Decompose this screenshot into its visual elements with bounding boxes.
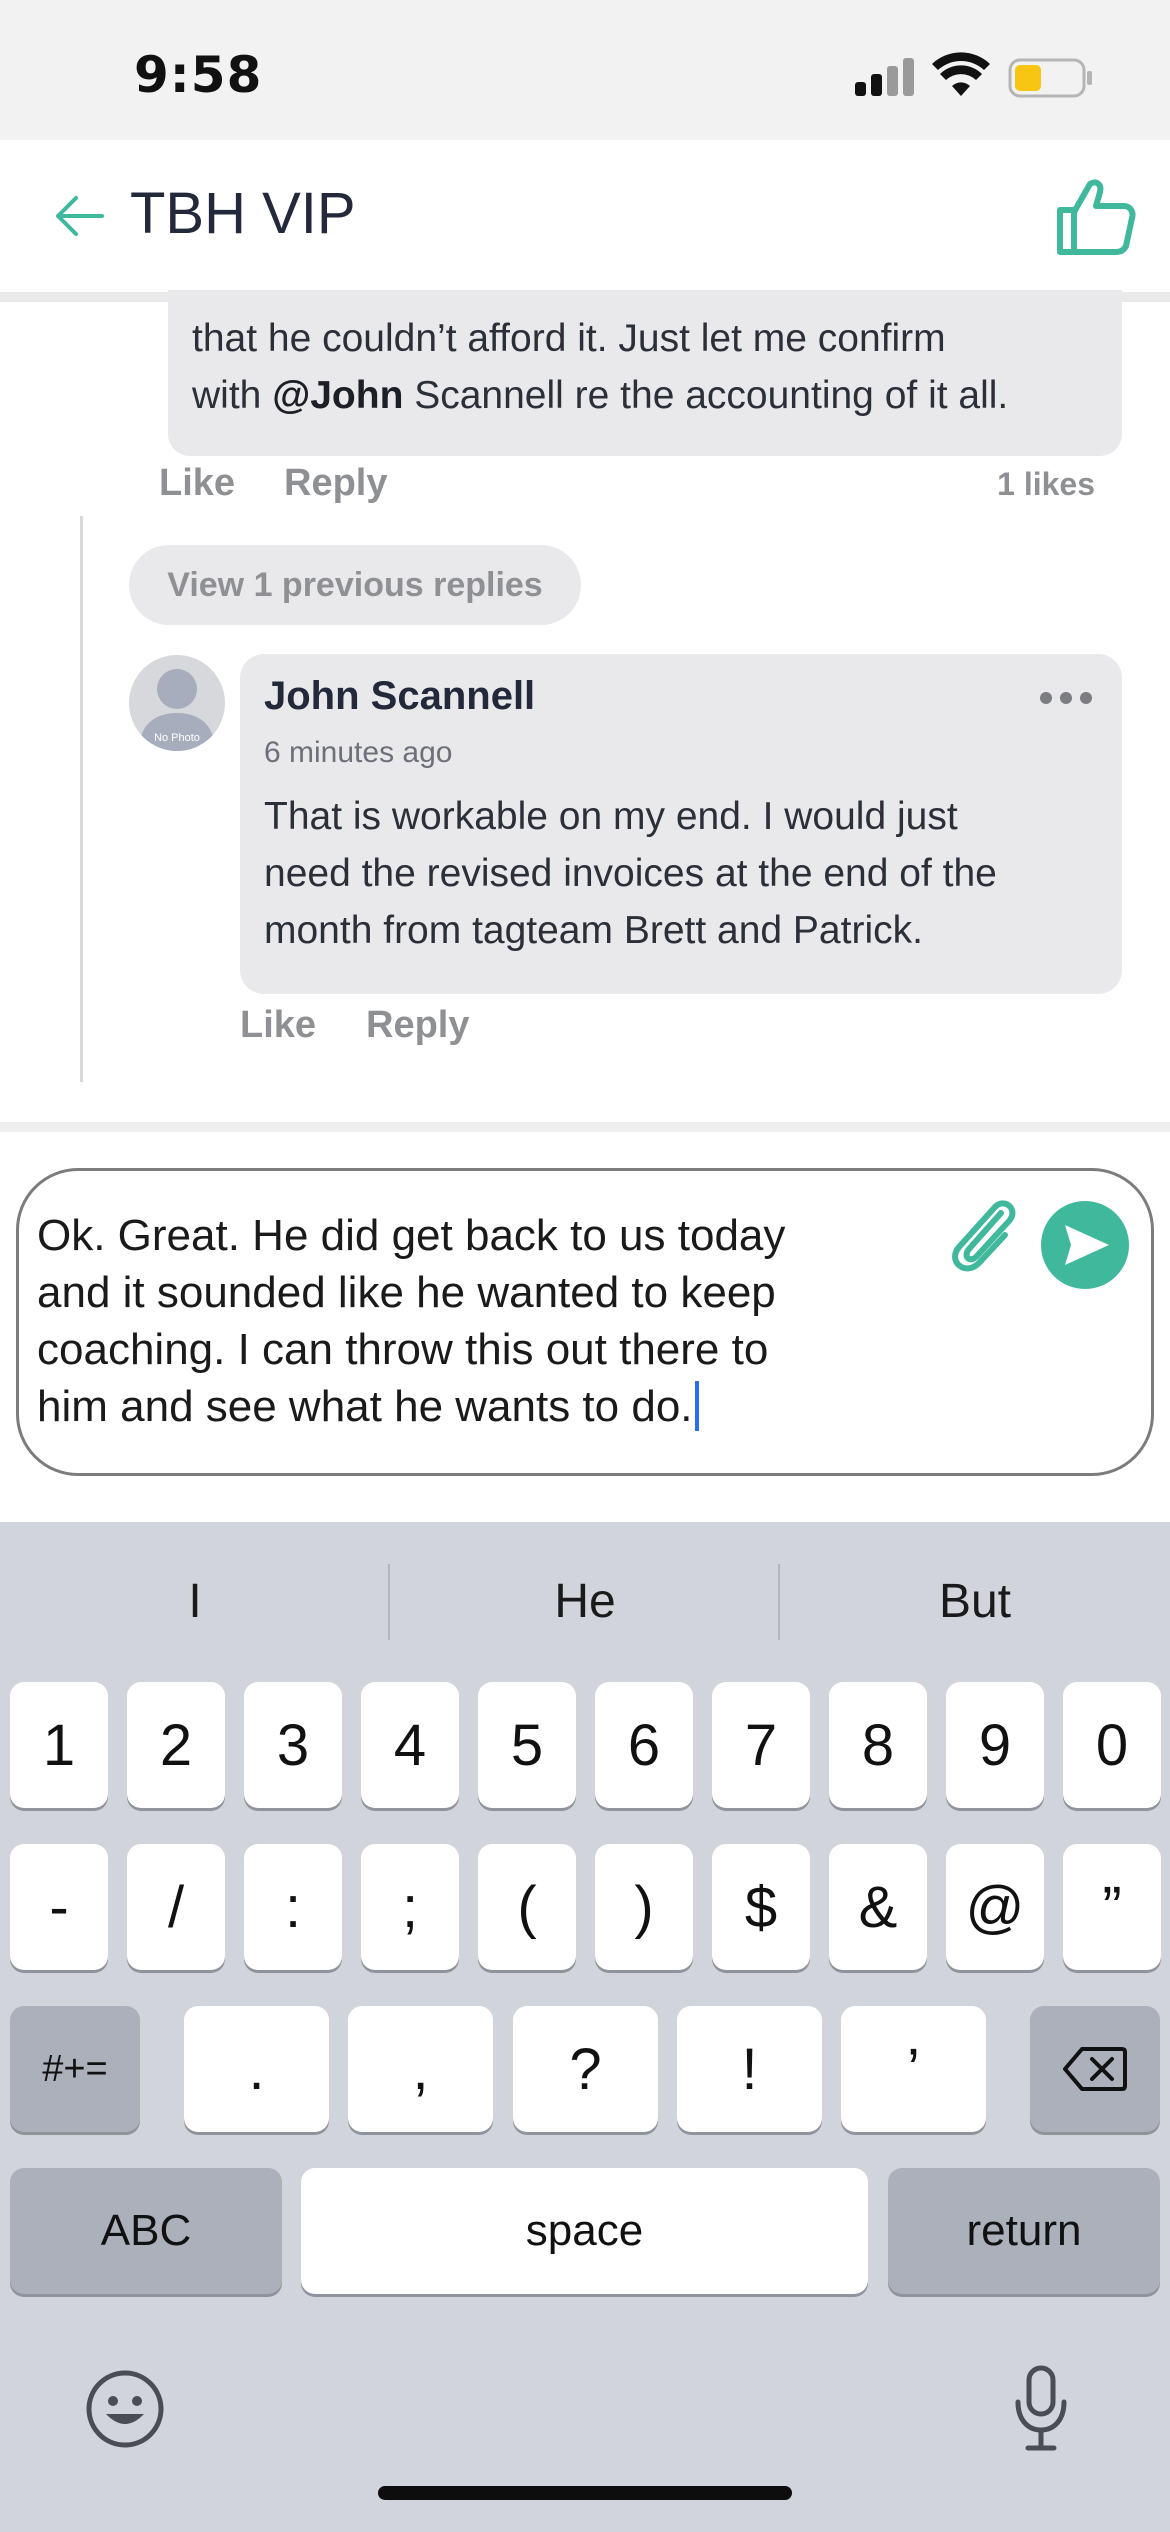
key-at[interactable]: @ [946, 1844, 1044, 1970]
key-4[interactable]: 4 [361, 1682, 459, 1808]
parent-comment-bubble: that he couldn’t afford it. Just let me … [168, 290, 1122, 456]
text-caret [694, 1381, 699, 1431]
parent-reply-button[interactable]: Reply [284, 462, 387, 505]
message-composer[interactable]: Ok. Great. He did get back to us today a… [16, 1168, 1154, 1476]
space-key[interactable]: space [301, 2168, 868, 2294]
key-dollar[interactable]: $ [712, 1844, 810, 1970]
page-title: TBH VIP [130, 181, 356, 246]
home-indicator[interactable] [378, 2486, 792, 2500]
paperclip-icon[interactable] [939, 1193, 1025, 1279]
key-ampersand[interactable]: & [829, 1844, 927, 1970]
key-comma[interactable]: , [348, 2006, 493, 2132]
key-0[interactable]: 0 [1063, 1682, 1161, 1808]
composer-divider [0, 1122, 1170, 1132]
key-semicolon[interactable]: ; [361, 1844, 459, 1970]
key-more-symbols[interactable]: #+= [10, 2006, 140, 2132]
avatar-caption: No Photo [154, 732, 200, 744]
thread-connector-line [80, 516, 83, 1082]
key-6[interactable]: 6 [595, 1682, 693, 1808]
microphone-icon[interactable] [1012, 2364, 1070, 2454]
key-colon[interactable]: : [244, 1844, 342, 1970]
battery-icon [1008, 58, 1092, 98]
return-key[interactable]: return [888, 2168, 1160, 2294]
reply-author[interactable]: John Scannell [264, 674, 535, 719]
key-8[interactable]: 8 [829, 1682, 927, 1808]
key-5[interactable]: 5 [478, 1682, 576, 1808]
key-3[interactable]: 3 [244, 1682, 342, 1808]
key-period[interactable]: . [184, 2006, 329, 2132]
likes-count[interactable]: 1 likes [997, 466, 1095, 503]
key-hyphen[interactable]: - [10, 1844, 108, 1970]
numeric-keyboard: I He But 1 2 3 4 5 6 7 8 9 0 - / : ; ( )… [0, 1522, 1170, 2532]
key-2[interactable]: 2 [127, 1682, 225, 1808]
send-icon [1065, 1225, 1109, 1265]
key-quote[interactable]: ” [1063, 1844, 1161, 1970]
key-apostrophe[interactable]: ’ [841, 2006, 986, 2132]
key-question[interactable]: ? [513, 2006, 658, 2132]
wifi-icon [932, 52, 990, 96]
parent-like-button[interactable]: Like [159, 462, 235, 505]
mention-link[interactable]: @John [272, 374, 403, 417]
suggestion-1[interactable]: I [0, 1574, 390, 1629]
message-input[interactable]: Ok. Great. He did get back to us today a… [37, 1207, 785, 1435]
back-arrow-icon[interactable] [52, 188, 108, 244]
key-close-paren[interactable]: ) [595, 1844, 693, 1970]
key-abc[interactable]: ABC [10, 2168, 282, 2294]
key-exclamation[interactable]: ! [677, 2006, 822, 2132]
thumbs-up-icon[interactable] [1056, 176, 1136, 256]
cellular-signal-icon [855, 56, 917, 96]
key-slash[interactable]: / [127, 1844, 225, 1970]
emoji-icon[interactable] [84, 2368, 166, 2450]
reply-body: That is workable on my end. I would just… [264, 795, 997, 952]
more-options-icon[interactable] [1040, 692, 1092, 706]
default-avatar-icon: No Photo [139, 669, 215, 751]
key-7[interactable]: 7 [712, 1682, 810, 1808]
status-time: 9:58 [134, 46, 263, 104]
reply-reply-button[interactable]: Reply [366, 1004, 469, 1047]
reply-timestamp: 6 minutes ago [264, 736, 453, 769]
backspace-icon [1063, 2047, 1127, 2091]
suggestion-2[interactable]: He [390, 1574, 780, 1629]
view-previous-replies-button[interactable]: View 1 previous replies [129, 545, 581, 625]
parent-comment-text: that he couldn’t afford it. Just let me … [192, 317, 1009, 417]
reply-like-button[interactable]: Like [240, 1004, 316, 1047]
app-header: TBH VIP [0, 140, 1170, 292]
reply-comment-bubble: John Scannell 6 minutes ago That is work… [240, 654, 1122, 994]
avatar[interactable]: No Photo [129, 655, 225, 751]
key-open-paren[interactable]: ( [478, 1844, 576, 1970]
suggestion-3[interactable]: But [780, 1574, 1170, 1629]
send-button[interactable] [1041, 1201, 1129, 1289]
key-9[interactable]: 9 [946, 1682, 1044, 1808]
status-bar: 9:58 [0, 0, 1170, 140]
key-1[interactable]: 1 [10, 1682, 108, 1808]
delete-key[interactable] [1030, 2006, 1160, 2132]
